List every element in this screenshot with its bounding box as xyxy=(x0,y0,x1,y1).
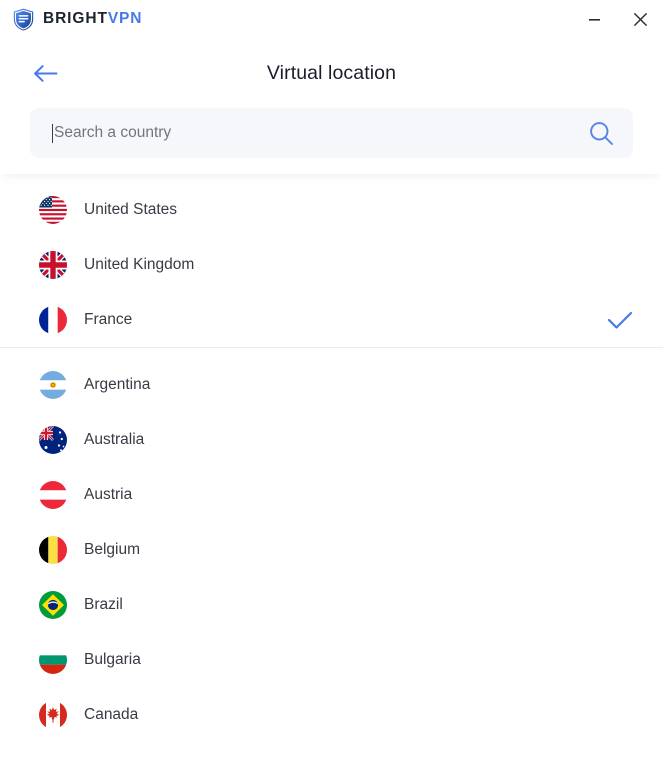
country-row[interactable]: Belgium xyxy=(0,522,663,577)
country-name: France xyxy=(84,310,133,328)
brand-wordmark: BRIGHTVPN xyxy=(43,11,142,27)
country-name: Australia xyxy=(84,430,145,448)
check-icon xyxy=(607,311,633,329)
country-row[interactable]: Argentina xyxy=(0,357,663,412)
country-name: Canada xyxy=(84,705,139,723)
country-name: Argentina xyxy=(84,375,151,393)
country-list[interactable]: United States United Kingdom France Argent… xyxy=(0,174,663,757)
country-name: United Kingdom xyxy=(84,255,195,273)
country-name: Belgium xyxy=(84,540,140,558)
arrow-left-icon xyxy=(33,64,57,82)
search-icon xyxy=(590,122,613,145)
recommended-group: United States United Kingdom France xyxy=(0,174,663,347)
country-row[interactable]: United Kingdom xyxy=(0,237,663,292)
brand-name-primary: BRIGHT xyxy=(43,10,108,28)
country-row[interactable]: Canada xyxy=(0,687,663,742)
country-row[interactable]: Bulgaria xyxy=(0,632,663,687)
flag-icon-gb xyxy=(39,250,67,279)
country-row[interactable]: Brazil xyxy=(0,577,663,632)
back-button[interactable] xyxy=(30,58,60,88)
country-name: Brazil xyxy=(84,595,123,613)
flag-icon-ca xyxy=(39,700,67,729)
country-name: Bulgaria xyxy=(84,650,141,668)
search-field-wrap xyxy=(52,108,587,158)
country-row[interactable]: Austria xyxy=(0,467,663,522)
all-countries-group: Argentina Australia Austria Belgium Brazil Bu… xyxy=(0,347,663,742)
flag-icon-us xyxy=(39,195,67,224)
minimize-icon xyxy=(588,18,600,21)
close-icon xyxy=(633,12,647,26)
minimize-button[interactable] xyxy=(571,0,617,38)
search-button[interactable] xyxy=(587,119,615,147)
header-top-row: Virtual location xyxy=(0,52,663,94)
app-logo: BRIGHTVPN xyxy=(13,8,142,31)
shield-icon xyxy=(13,8,34,30)
flag-icon-au xyxy=(39,425,67,454)
country-row[interactable]: France xyxy=(0,292,663,347)
flag-icon-at xyxy=(39,480,67,509)
close-button[interactable] xyxy=(617,0,663,38)
title-bar: BRIGHTVPN xyxy=(0,0,663,38)
country-name: United States xyxy=(84,200,178,218)
flag-icon-br xyxy=(39,590,67,619)
country-name: Austria xyxy=(84,485,133,503)
search-bar[interactable] xyxy=(30,108,633,158)
page-header: Virtual location xyxy=(0,38,663,174)
flag-icon-ar xyxy=(39,370,67,399)
flag-icon-fr xyxy=(39,305,67,334)
window-controls xyxy=(571,0,663,38)
brand-name-secondary: VPN xyxy=(107,10,143,28)
search-input[interactable] xyxy=(54,108,587,158)
page-title: Virtual location xyxy=(266,61,397,84)
country-row[interactable]: Australia xyxy=(0,412,663,467)
country-row[interactable]: United States xyxy=(0,182,663,237)
selected-check-icon xyxy=(607,309,633,331)
text-caret xyxy=(52,123,53,143)
flag-icon-be xyxy=(39,535,67,564)
flag-icon-bg xyxy=(39,645,67,674)
